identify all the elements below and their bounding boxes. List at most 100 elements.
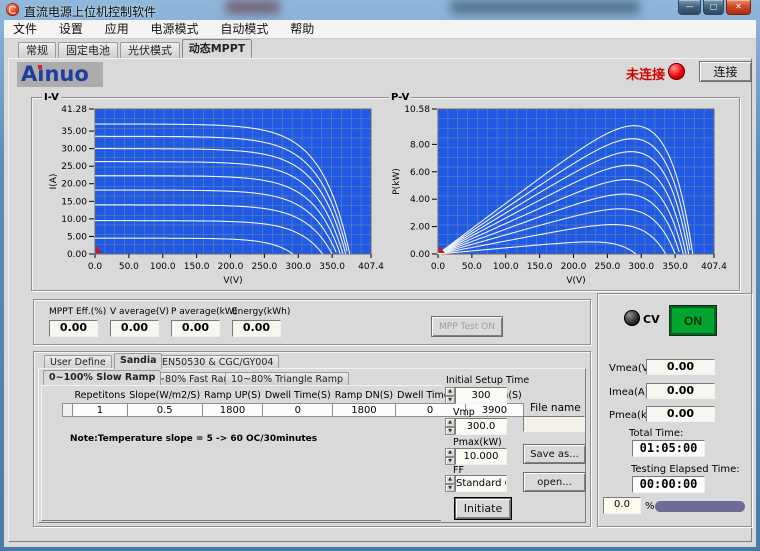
total-time-label: Total Time: (629, 428, 683, 439)
glass-reflection (450, 0, 640, 14)
ff-field[interactable]: ▲▼ (445, 475, 507, 492)
imea-value: 0.00 (646, 383, 715, 399)
pmax-field[interactable]: ▲▼ (445, 448, 507, 465)
connection-led-icon (668, 63, 685, 80)
initial-setup-time-label: Initial Setup Time (446, 375, 529, 386)
initial-setup-time-field[interactable]: ▲▼ (445, 387, 507, 404)
tab-slow-ramp[interactable]: 0~100% Slow Ramp (43, 370, 161, 385)
tab-sandia[interactable]: Sandia (114, 353, 162, 369)
client-area: 文件 设置 应用 电源模式 自动模式 帮助 常规 固定电池 光伏模式 动态MPP… (4, 20, 756, 547)
svg-text:300.0: 300.0 (628, 262, 654, 272)
svg-text:8.00: 8.00 (410, 140, 430, 150)
close-button[interactable]: ✕ (726, 0, 751, 15)
minimize-button[interactable]: — (678, 0, 701, 15)
iv-chart: 41.2835.0030.0025.0020.0015.0010.005.000… (44, 105, 387, 288)
table-header-stub (63, 390, 73, 404)
svg-text:200.0: 200.0 (218, 262, 244, 272)
title-bar[interactable]: 直流电源上位机控制软件 — ▢ ✕ (0, 0, 760, 20)
tab-fixed-battery[interactable]: 固定电池 (58, 42, 118, 58)
table-cell[interactable]: 0.5 (127, 404, 202, 417)
mpp-test-on-button[interactable]: MPP Test ON (431, 316, 503, 337)
tab-triangle-ramp[interactable]: 10~80% Triangle Ramp (225, 372, 349, 385)
pv-chart-title: P-V (389, 92, 411, 103)
svg-text:10.00: 10.00 (61, 215, 87, 225)
mppt-eff-label: MPPT Eff.(%) (49, 307, 106, 317)
svg-text:150.0: 150.0 (184, 262, 210, 272)
table-cell[interactable]: 1800 (202, 404, 263, 417)
pmax-label: Pmax(kW) (453, 437, 502, 448)
table-cell[interactable]: 1 (73, 404, 128, 417)
iv-chart-title: I-V (42, 92, 61, 103)
svg-text:0.0: 0.0 (88, 262, 103, 272)
menu-application[interactable]: 应用 (96, 20, 138, 39)
energy-value: 0.00 (232, 320, 281, 337)
menu-auto-mode[interactable]: 自动模式 (211, 20, 277, 39)
svg-text:100.0: 100.0 (493, 262, 519, 272)
glass-reflection (225, 0, 280, 14)
app-window: 直流电源上位机控制软件 — ▢ ✕ 文件 设置 应用 电源模式 自动模式 帮助 … (0, 0, 760, 551)
menu-bar: 文件 设置 应用 电源模式 自动模式 帮助 (4, 20, 756, 39)
ff-input[interactable] (455, 475, 507, 492)
temperature-note: Note:Temperature slope = 5 -> 60 OC/30mi… (70, 434, 317, 444)
table-header-cell: Ramp DN(S) (333, 390, 395, 404)
svg-text:0.0: 0.0 (431, 262, 446, 272)
spinner-arrows-icon[interactable]: ▲▼ (445, 448, 455, 465)
v-average-label: V average(V) (110, 307, 169, 317)
elapsed-time-value: 00:00:00 (632, 476, 705, 493)
table-header-cell: Dwell Time(S) (263, 390, 333, 404)
pmax-input[interactable] (455, 448, 507, 465)
svg-text:100.0: 100.0 (150, 262, 176, 272)
monitor-group: CV ON Vmea(V) 0.00 Imea(A) 0.00 Pmea(kW)… (597, 293, 752, 527)
vmp-field[interactable]: ▲▼ (445, 418, 507, 435)
maximize-button[interactable]: ▢ (703, 0, 724, 15)
tab-en50530[interactable]: EN50530 & CGC/GY004 (156, 355, 279, 369)
svg-text:V(V): V(V) (566, 276, 585, 286)
sandia-panel: 0~100% Slow Ramp 10~80% Fast Ramp 10~80%… (38, 368, 586, 523)
v-average-value: 0.00 (110, 320, 159, 337)
svg-text:300.0: 300.0 (285, 262, 311, 272)
row-selector[interactable] (63, 404, 73, 417)
on-button[interactable]: ON (670, 306, 716, 335)
svg-text:0.00: 0.00 (410, 250, 430, 260)
svg-text:250.0: 250.0 (251, 262, 277, 272)
spinner-arrows-icon[interactable]: ▲▼ (445, 475, 455, 492)
tab-dynamic-mppt[interactable]: 动态MPPT (182, 39, 252, 58)
connect-button[interactable]: 连接 (699, 61, 752, 82)
table-cell[interactable]: 1800 (333, 404, 395, 417)
pv-chart: 10.588.006.004.002.000.000.050.0100.0150… (387, 105, 729, 288)
tab-general[interactable]: 常规 (18, 42, 56, 58)
open-button[interactable]: open... (523, 472, 586, 492)
vmp-input[interactable] (455, 418, 507, 435)
tab-pv-mode[interactable]: 光伏模式 (120, 42, 180, 58)
svg-text:407.4: 407.4 (701, 262, 727, 272)
spinner-arrows-icon[interactable]: ▲▼ (445, 418, 455, 435)
energy-label: Energy(kWh) (232, 307, 290, 317)
menu-settings[interactable]: 设置 (50, 20, 92, 39)
file-name-input[interactable] (523, 416, 585, 432)
table-cell[interactable]: 0 (263, 404, 333, 417)
save-as-button[interactable]: Save as... (523, 444, 586, 464)
menu-power-mode[interactable]: 电源模式 (142, 20, 208, 39)
svg-text:V(V): V(V) (223, 276, 242, 286)
svg-text:50.0: 50.0 (462, 262, 482, 272)
svg-text:50.0: 50.0 (119, 262, 139, 272)
progress-value: 0.0 (603, 497, 641, 514)
svg-text:2.00: 2.00 (410, 223, 430, 233)
dynamic-mppt-page: Aınuo 未连接 连接 I-V P-V 41.2835.0030.0025.0… (8, 58, 752, 542)
app-icon (6, 3, 19, 16)
initiate-button[interactable]: Initiate (455, 498, 511, 519)
menu-help[interactable]: 帮助 (281, 20, 323, 39)
progress-unit: % (645, 501, 655, 512)
total-time-value: 01:05:00 (632, 440, 705, 457)
tab-user-define[interactable]: User Define (44, 355, 112, 369)
initial-setup-time-input[interactable] (455, 387, 507, 404)
svg-text:150.0: 150.0 (527, 262, 553, 272)
menu-file[interactable]: 文件 (4, 20, 46, 39)
svg-text:30.00: 30.00 (61, 145, 87, 155)
stats-group: MPPT Eff.(%) 0.00 V average(V) 0.00 P av… (33, 299, 591, 345)
elapsed-time-label: Testing Elapsed Time: (631, 464, 740, 475)
progress-bar (655, 501, 745, 512)
logo-dot (38, 65, 42, 69)
vmea-value: 0.00 (646, 359, 715, 375)
spinner-arrows-icon[interactable]: ▲▼ (445, 387, 455, 404)
